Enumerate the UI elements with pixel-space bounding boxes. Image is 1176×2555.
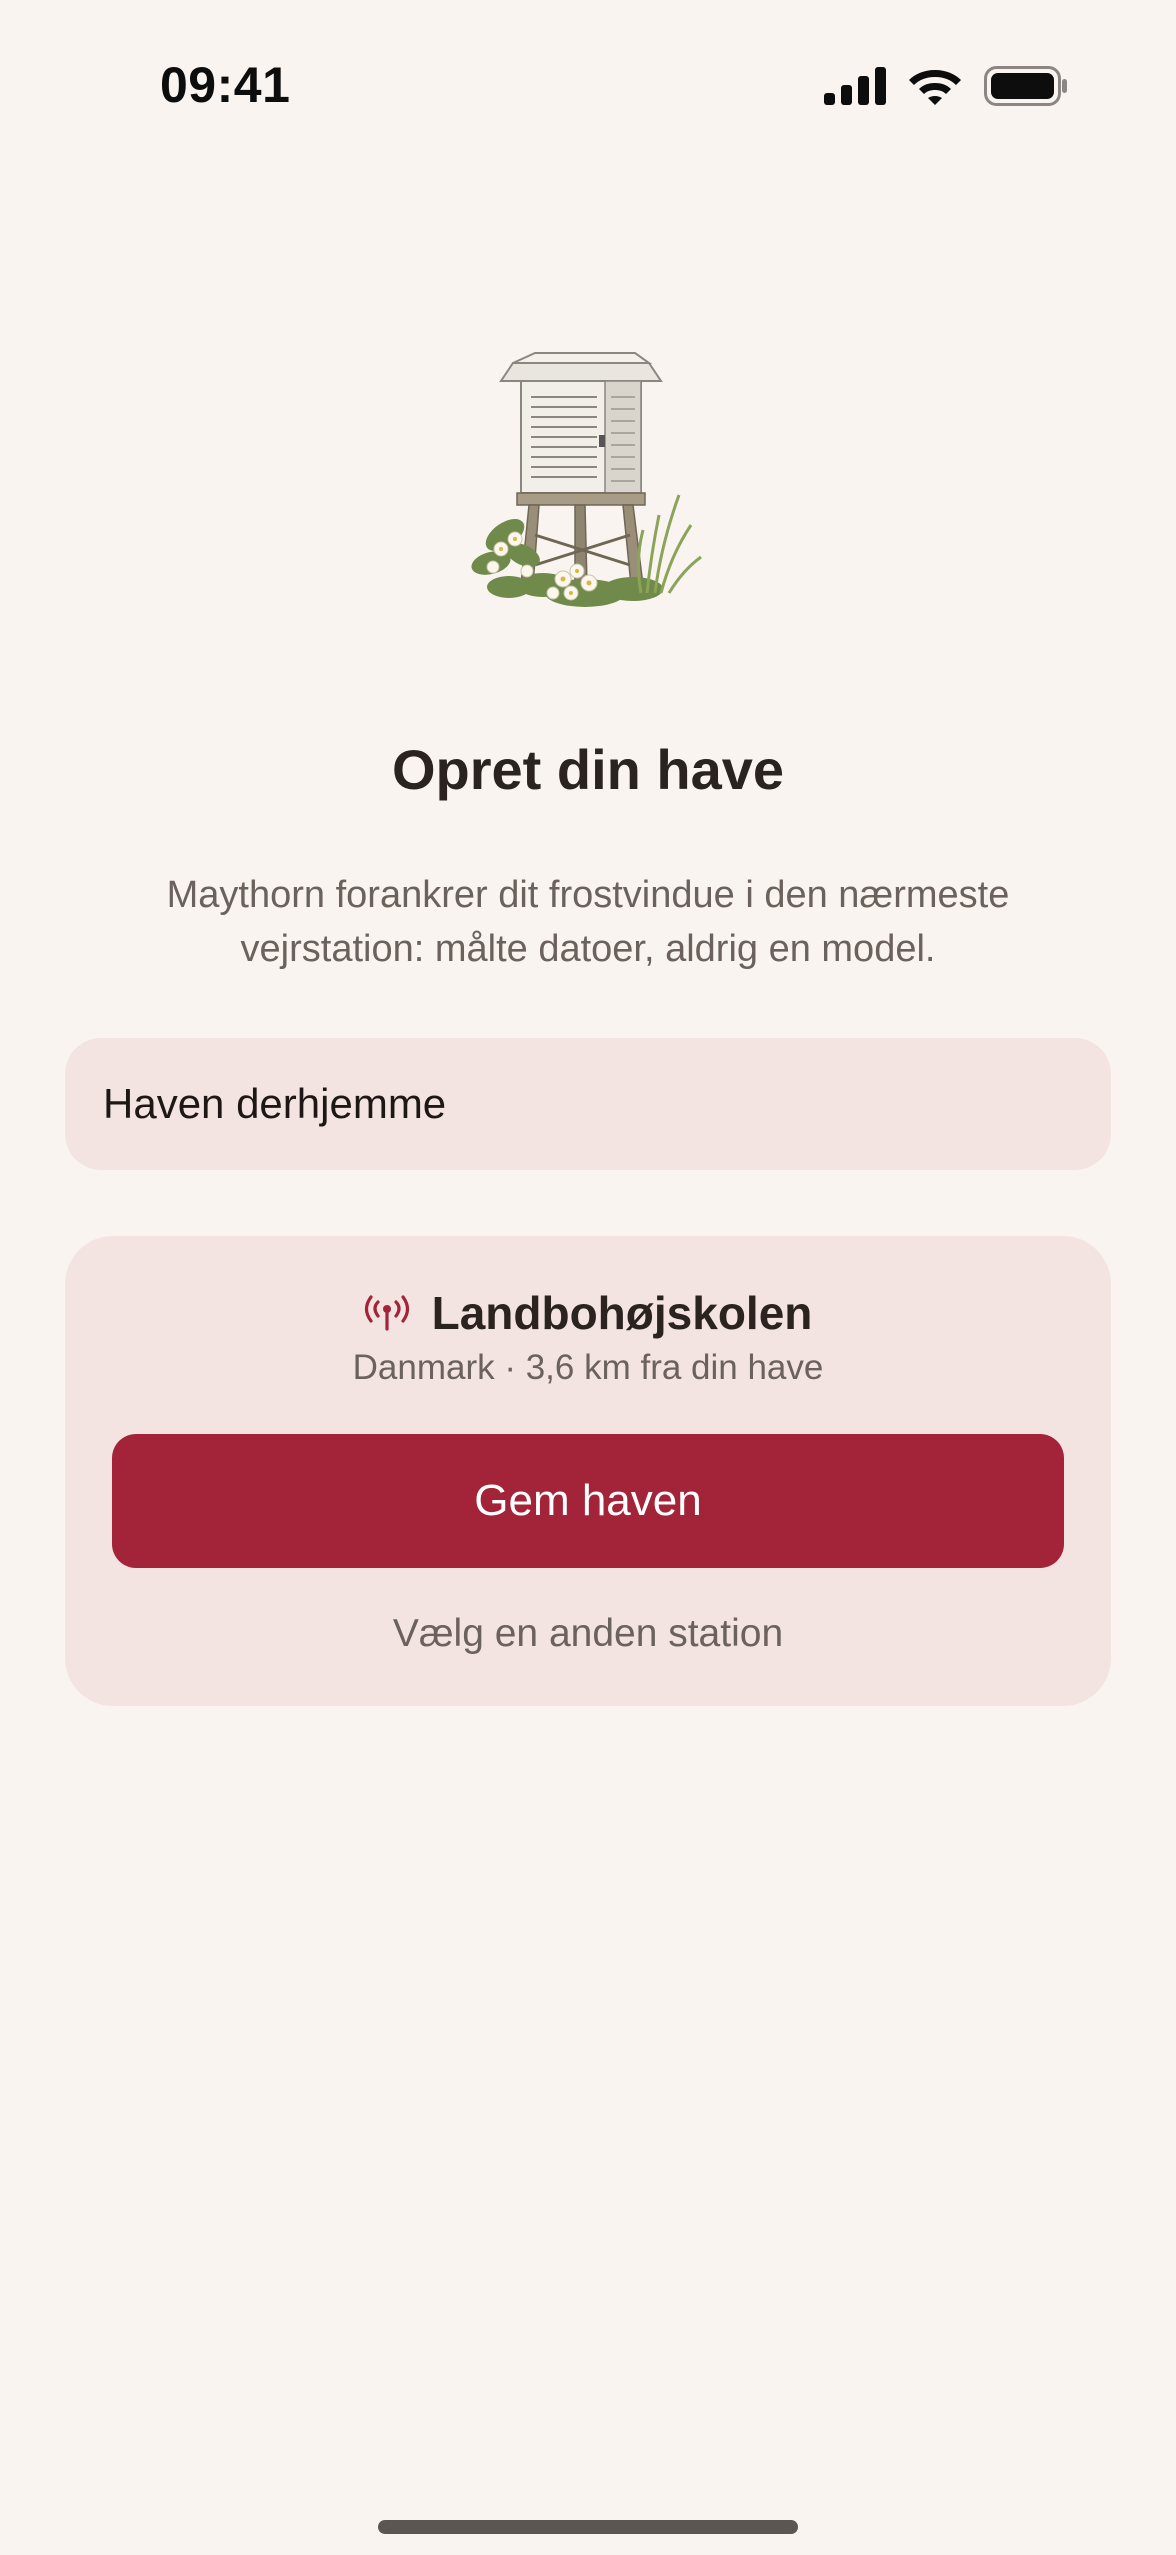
station-meta: Danmark · 3,6 km fra din have bbox=[352, 1348, 824, 1387]
garden-name-value[interactable]: Haven derhjemme bbox=[103, 1080, 446, 1128]
battery-icon bbox=[984, 66, 1067, 106]
station-header: Landbohøjskolen bbox=[65, 1286, 1111, 1340]
weather-station-illustration bbox=[471, 352, 702, 607]
page-title: Opret din have bbox=[391, 738, 785, 801]
station-card: Landbohøjskolen Danmark · 3,6 km fra din… bbox=[65, 1236, 1111, 1706]
garden-name-field[interactable]: Haven derhjemme bbox=[65, 1038, 1111, 1170]
home-indicator[interactable] bbox=[378, 2520, 798, 2534]
status-icons bbox=[824, 66, 1068, 106]
status-time: 09:41 bbox=[160, 57, 291, 113]
save-garden-button[interactable]: Gem haven bbox=[112, 1434, 1064, 1568]
page-description: Maythorn forankrer dit frostvindue i den… bbox=[166, 874, 1010, 970]
antenna-signal-icon bbox=[364, 1295, 409, 1331]
wifi-icon bbox=[909, 70, 961, 105]
choose-other-station-link[interactable]: Vælg en anden station bbox=[65, 1612, 1111, 1656]
cellular-signal-icon bbox=[824, 67, 886, 105]
station-name: Landbohøjskolen bbox=[431, 1287, 813, 1339]
